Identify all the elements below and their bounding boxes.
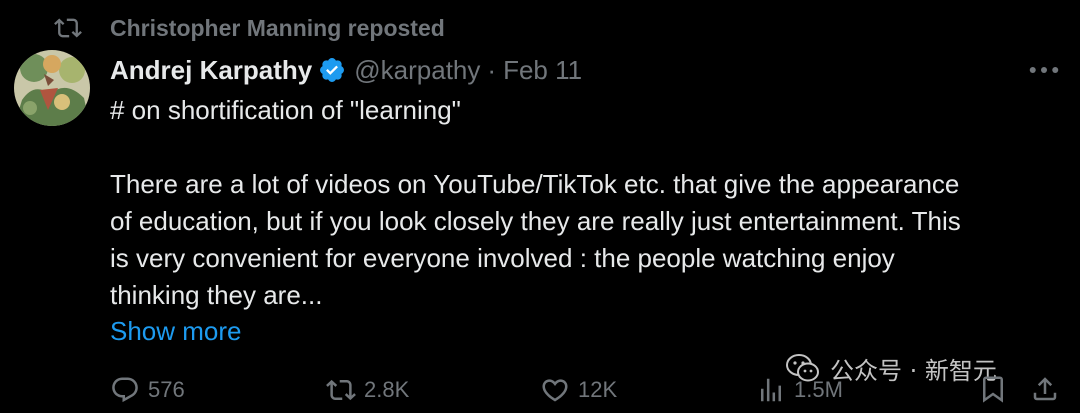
action-bar: 576 2.8K 12K 1.5M [0,370,1080,410]
verified-badge-icon[interactable] [318,56,346,84]
reply-button[interactable]: 576 [110,370,185,410]
like-count: 12K [578,377,618,402]
tweet-line: thinking they are... [110,280,323,310]
like-button[interactable]: 12K [540,370,617,410]
reply-count: 576 [148,377,185,402]
repost-text: Christopher Manning reposted [110,14,445,41]
author-name[interactable]: Andrej Karpathy [110,55,312,86]
heart-icon [540,375,570,405]
repost-icon [54,14,82,42]
avatar[interactable] [14,50,90,126]
repost-action-icon [326,375,356,405]
tweet-line: is very convenient for everyone involved… [110,243,895,273]
author-handle[interactable]: @karpathy [354,55,480,86]
share-button[interactable] [1028,372,1062,406]
tweet-line: of education, but if you look closely th… [110,206,961,236]
share-icon [1033,377,1057,401]
bookmark-button[interactable] [976,372,1010,406]
repost-count: 2.8K [364,377,410,402]
separator-dot: · [487,54,497,85]
analytics-icon [756,375,786,405]
views-button[interactable]: 1.5M [756,370,843,410]
tweet-heading-line: # on shortification of "learning" [110,95,461,125]
tweet-date[interactable]: Feb 11 [503,55,582,86]
repost-button[interactable]: 2.8K [326,370,409,410]
tweet-header: Andrej Karpathy @karpathy · Feb 11 [110,50,582,90]
more-dots-icon [1029,67,1059,73]
show-more-link[interactable]: Show more [110,313,242,350]
repost-indicator[interactable]: Christopher Manning reposted [54,12,445,44]
more-options-button[interactable] [1024,56,1064,84]
bookmark-icon [983,376,1003,403]
tweet-line: There are a lot of videos on YouTube/Tik… [110,169,960,199]
view-count: 1.5M [794,377,843,402]
reply-icon [110,375,140,405]
tweet-text: # on shortification of "learning" There … [110,92,1060,314]
